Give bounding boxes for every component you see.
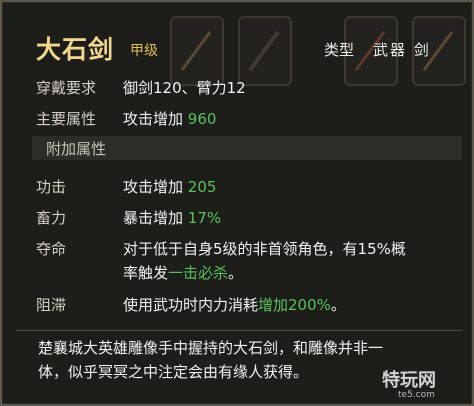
duoming-line2-pre: 率触发: [123, 264, 169, 282]
main-attr-text: 攻击增加: [123, 110, 184, 128]
main-attr-label: 主要属性: [36, 110, 97, 128]
requirement-value: 御剑120、臂力12: [123, 79, 246, 97]
main-attr-num: 960: [187, 110, 217, 128]
extra-row-label: 功击: [36, 178, 67, 196]
zuzhi-highlight: 增加200%: [258, 296, 331, 314]
zuzhi-post: 。: [330, 296, 346, 314]
sword-icon: [248, 30, 280, 72]
extra-row-value: 攻击增加 205: [123, 176, 216, 197]
watermark-logo: 特玩网: [382, 370, 436, 391]
inventory-slot: [238, 16, 292, 86]
duoming-label: 夺命: [36, 240, 67, 258]
extra-row-text: 攻击增加: [123, 178, 184, 196]
inventory-slot: [170, 16, 224, 86]
sword-icon: [180, 31, 212, 71]
duoming-line2: 率触发一击必杀。: [123, 262, 243, 283]
type-value: 武器 剑: [373, 41, 431, 59]
extra-row-text: 暴击增加: [123, 209, 184, 227]
extra-row-label: 畜力: [36, 209, 67, 227]
duoming-line2-post: 。: [228, 264, 244, 282]
zuzhi-pre: 使用武功时内力消耗: [123, 296, 259, 314]
requirement-label: 穿戴要求: [36, 79, 97, 97]
description-line: 楚襄城大英雄雕像手中握持的大石剑，和雕像并非一: [38, 339, 384, 357]
main-attr-value: 攻击增加 960: [123, 108, 216, 129]
zuzhi-label: 阻滞: [36, 296, 67, 314]
extra-section-title: 附加属性: [46, 140, 107, 158]
duoming-highlight: 一击必杀: [168, 264, 229, 282]
extra-row-num: 205: [187, 178, 217, 196]
extra-row-num: 17%: [187, 209, 222, 227]
type-label: 类型: [324, 41, 355, 59]
duoming-line1: 对于低于自身5级的非首领角色，有15%概: [123, 240, 406, 258]
item-name: 大石剑: [36, 35, 115, 64]
item-tooltip: 大石剑 甲级 类型 武器 剑 穿戴要求 御剑120、臂力12 主要属性 攻击增加…: [0, 0, 474, 406]
divider: [16, 330, 462, 331]
extra-row-value: 暴击增加 17%: [123, 207, 221, 228]
watermark-url: te5.com: [398, 390, 435, 400]
zuzhi-value: 使用武功时内力消耗增加200%。: [123, 294, 346, 315]
item-grade: 甲级: [130, 43, 158, 59]
